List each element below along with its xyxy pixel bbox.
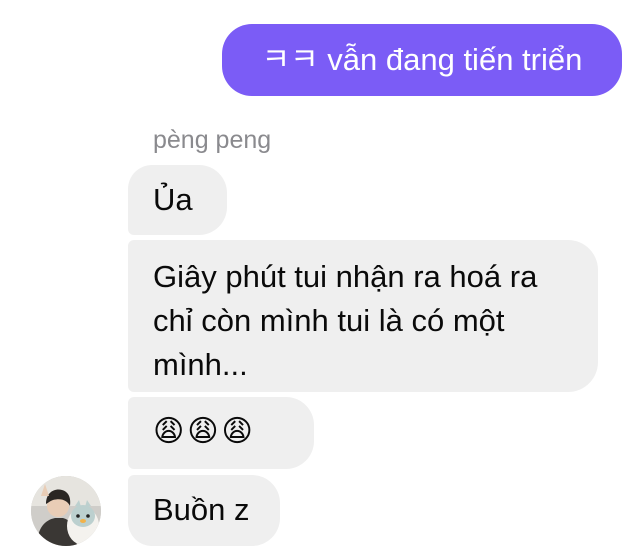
outgoing-message-bubble[interactable]: ㅋㅋ vẫn đang tiến triển: [222, 24, 622, 96]
incoming-message-bubble-2[interactable]: Giây phút tui nhận ra hoá ra chỉ còn mìn…: [128, 240, 598, 392]
avatar-photo-icon: [31, 476, 101, 546]
sender-name: pèng peng: [153, 126, 272, 154]
incoming-message-bubble-emoji[interactable]: 😩😩😩: [128, 397, 314, 469]
incoming-message-bubble-4[interactable]: Buồn z: [128, 475, 280, 546]
incoming-message-bubble-1[interactable]: Ủa: [128, 165, 227, 235]
avatar[interactable]: [31, 476, 101, 546]
